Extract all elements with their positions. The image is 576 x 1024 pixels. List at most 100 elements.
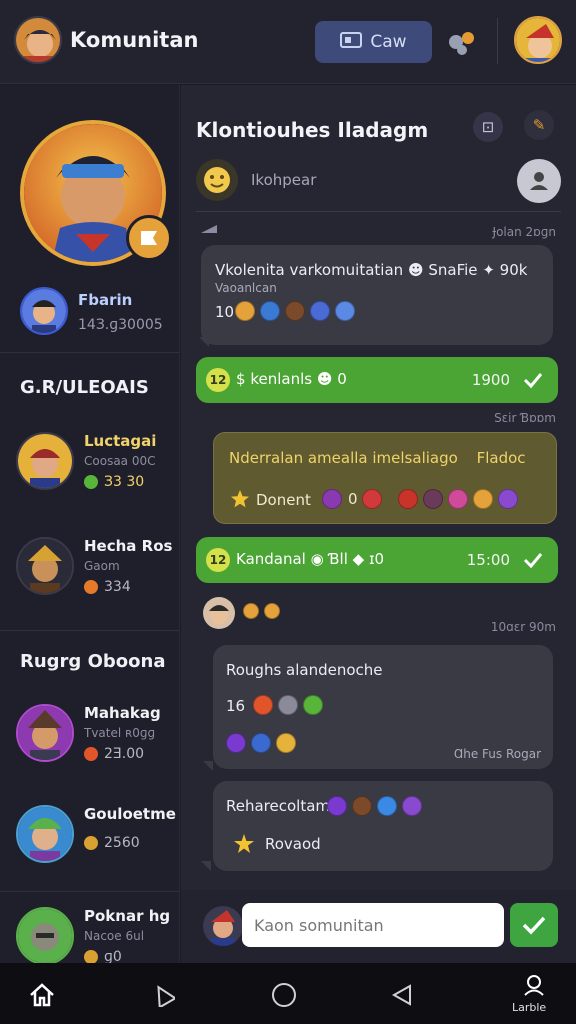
friend-subtitle: Tvatel ʀ0ɡɡ [84, 726, 156, 740]
back-icon[interactable] [382, 977, 422, 1013]
sender-avatar[interactable] [203, 597, 235, 629]
app: Komunitan Caw Fbarin 14З.ɡ30005 G.R/ULEO… [0, 0, 576, 1024]
section-title-online: Rugrg Oboona [20, 651, 166, 672]
reward-time: 1900 [471, 371, 510, 389]
orb-icon [335, 301, 355, 321]
section-title-groups: G.R/ULEOAIS [20, 377, 149, 398]
highlight-count: 0 [348, 490, 358, 508]
hero-icon [285, 301, 305, 321]
bottom-nav: Larble [0, 963, 576, 1024]
friend-name: Luctagai [84, 432, 157, 450]
profile-avatar[interactable] [514, 16, 562, 64]
my-avatar [20, 287, 68, 335]
friend-points: З3 30 [84, 474, 144, 490]
star-icon [230, 489, 250, 509]
highlight-sub: Donent [256, 491, 311, 509]
message-subtext: Rovaod [265, 835, 321, 853]
highlight-message[interactable]: Nderralan amealla imelsaliago Fladoc Don… [213, 432, 557, 524]
message-bubble[interactable]: Roughs alandenoche 16 Ɑhe Fus Rogar [213, 645, 553, 769]
pink-gem-icon [448, 489, 468, 509]
reward-extra: Ɓll [328, 550, 348, 568]
paw-icon[interactable] [444, 24, 480, 60]
message-composer [181, 890, 576, 963]
friend-subtitle: Coosaa 00C [84, 454, 156, 468]
friend-item[interactable]: Mahakag Tvatel ʀ0ɡɡ 2Ǝ.00 [16, 704, 179, 770]
my-name: Fbarin [78, 291, 133, 309]
reward-bar[interactable]: 12 $ kenlanls ☻ 0 1900 [196, 357, 558, 403]
friend-points-value: 334 [104, 579, 131, 595]
friend-name: Hecha Ros [84, 537, 173, 555]
leaf-icon [303, 695, 323, 715]
friend-points: 2Ǝ.00 [84, 746, 144, 762]
clan-button[interactable]: Caw [315, 21, 432, 63]
emoji-icon: ☻ [407, 261, 429, 279]
composer-avatar [203, 906, 243, 946]
message-text-main: Vkolenita varkomuitatian [215, 261, 404, 279]
reward-text: Kandanal ◉ Ɓll ◆ ɪ0 [236, 550, 384, 568]
user-avatar[interactable] [14, 16, 62, 64]
profile-nav-icon[interactable] [514, 973, 554, 997]
gem-icon [251, 733, 271, 753]
section-divider [0, 352, 179, 353]
coin-icon [84, 836, 98, 850]
ruby-icon [362, 489, 382, 509]
send-nav-icon[interactable] [143, 977, 183, 1013]
clan-icon [340, 31, 363, 54]
reward-icon: 12 [206, 548, 230, 572]
check-icon [523, 553, 543, 569]
check-icon [522, 916, 546, 935]
chat-divider [196, 211, 561, 212]
fire-icon [253, 695, 273, 715]
chat-search-text[interactable]: Ikohpear [251, 171, 316, 189]
message-time: Sɛir Ɓɒɒm [494, 411, 556, 425]
highlight-extra: Fladoc [476, 449, 526, 467]
my-score: 14З.ɡ30005 [78, 317, 163, 333]
friend-item[interactable]: Luctagai Coosaa 00C З3 30 [16, 432, 179, 498]
fire-icon [84, 747, 98, 761]
coin-icon: ◉ [310, 550, 329, 568]
top-bar: Komunitan Caw [0, 0, 576, 84]
message-bubble[interactable]: Vkolenita varkomuitatian ☻ SnaFie ✦ 90k … [201, 245, 553, 345]
home-icon[interactable] [22, 977, 62, 1013]
message-input[interactable] [242, 903, 504, 947]
message-bubble[interactable]: Reharecoltam Rovaod [213, 781, 553, 871]
ring-icon [278, 695, 298, 715]
gem-icon [402, 796, 422, 816]
message-text: Vkolenita varkomuitatian ☻ SnaFie ✦ 90k [215, 261, 527, 279]
message-subtext: Vaoanlcan [215, 281, 277, 295]
hero-icon [352, 796, 372, 816]
friend-points-value: 2560 [104, 835, 140, 851]
friend-item[interactable]: Gouloetme 2560 [16, 805, 179, 871]
chat-search-row: Ikohpear [196, 159, 561, 203]
leaf-icon [84, 475, 98, 489]
hero-badge-icon [126, 215, 172, 261]
friend-item[interactable]: Poknar hg Nacoe 6ul ɡ0 [16, 907, 179, 963]
friend-avatar [16, 805, 74, 863]
friend-points-value: 2Ǝ.00 [104, 746, 145, 762]
coin-icon [235, 301, 255, 321]
expand-icon[interactable]: ⊡ [473, 112, 503, 142]
message-footer: Ɑhe Fus Rogar [453, 747, 541, 761]
friend-avatar [16, 432, 74, 490]
user-icon[interactable] [517, 159, 561, 203]
bubble-tail [203, 761, 213, 771]
reward-extra2: ɪ0 [368, 550, 385, 568]
reward-bar[interactable]: 12 Kandanal ◉ Ɓll ◆ ɪ0 15:00 [196, 537, 558, 583]
target-icon [84, 580, 98, 594]
send-button[interactable] [510, 903, 558, 947]
circle-icon[interactable] [264, 977, 304, 1013]
friend-name: Mahakag [84, 704, 161, 722]
bubble-tail [199, 337, 209, 347]
mushroom-icon [398, 489, 418, 509]
reward-label: kenlanls [250, 370, 313, 388]
smile-icon[interactable] [196, 159, 238, 201]
profile-nav-label: Larble [512, 1001, 547, 1014]
reward-text: $ kenlanls ☻ 0 [236, 370, 347, 388]
friend-item[interactable]: Hecha Ros Gaom 334 [16, 537, 179, 603]
pin-icon[interactable]: ✎ [524, 110, 554, 140]
reaction-icons [226, 733, 296, 753]
reward-label: Kandanal [236, 550, 306, 568]
friend-avatar [16, 907, 74, 963]
friend-points: 2560 [84, 835, 140, 851]
